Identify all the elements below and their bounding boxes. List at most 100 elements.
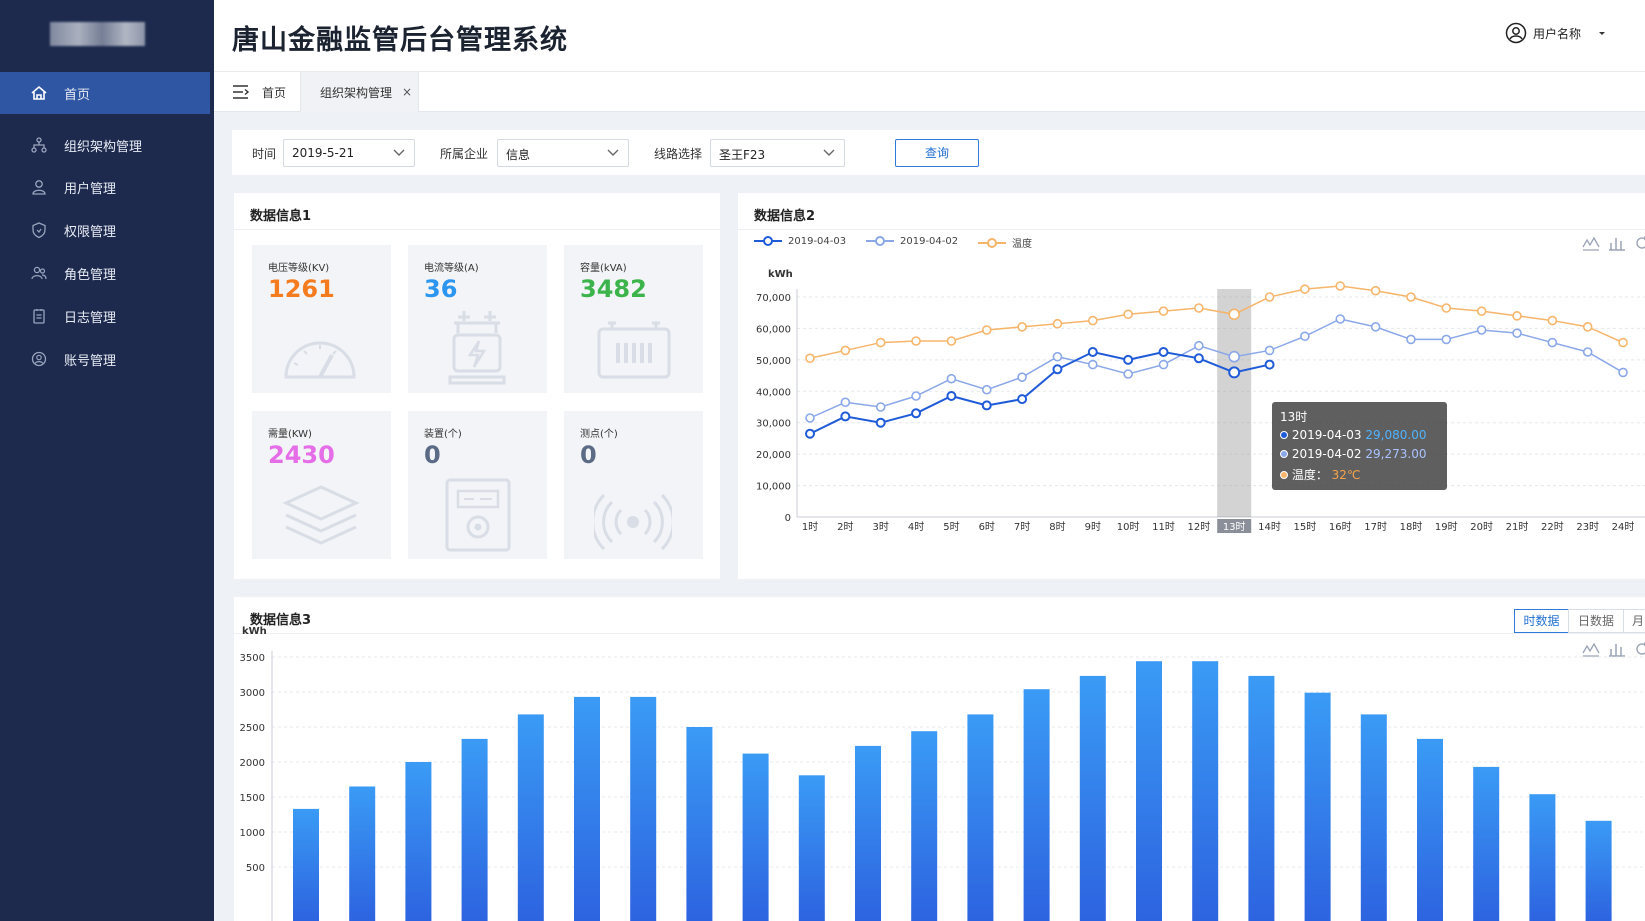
y-axis-label: kWh xyxy=(242,626,267,637)
x-tick-label: 7时 xyxy=(1014,521,1030,533)
time-select[interactable]: 2019-5-21 xyxy=(283,139,415,167)
hover-band xyxy=(1217,289,1252,517)
x-tick-label: 3时 xyxy=(873,521,889,533)
bar xyxy=(742,753,769,921)
sidebar-item-org[interactable]: 组织架构管理 xyxy=(0,124,214,166)
sidebar-item-roles[interactable]: 角色管理 xyxy=(0,252,214,294)
data-point xyxy=(1017,394,1028,405)
data-point xyxy=(875,402,886,412)
x-tick-label: 23时 xyxy=(1576,521,1599,533)
data-point xyxy=(1618,337,1628,348)
x-tick-label: 6时 xyxy=(979,521,995,533)
device-icon xyxy=(445,478,511,552)
x-tick-label: 2时 xyxy=(837,521,853,533)
shield-icon xyxy=(32,222,46,239)
tooltip-value: 29,273.00 xyxy=(1365,447,1427,461)
data-point xyxy=(1264,359,1275,370)
y-tick-label: 0 xyxy=(785,513,791,524)
x-tick-label: 16时 xyxy=(1329,521,1352,533)
page-title: 唐山金融监管后台管理系统 xyxy=(232,25,568,56)
menu-toggle-icon[interactable] xyxy=(232,85,250,99)
close-icon[interactable]: × xyxy=(402,85,412,99)
company-select[interactable]: 信息 xyxy=(497,139,629,167)
stat-value: 1261 xyxy=(268,275,335,303)
bar xyxy=(911,731,938,921)
data-point xyxy=(1547,315,1558,326)
tooltip-row: 温度： 32℃ xyxy=(1280,466,1360,483)
x-tick-label: 5时 xyxy=(943,521,959,533)
line-select[interactable]: 圣王F23 xyxy=(710,139,845,167)
stat-value: 0 xyxy=(424,441,441,469)
data-point xyxy=(1300,284,1310,294)
bar xyxy=(405,762,432,921)
data-point xyxy=(911,336,921,346)
data-point xyxy=(911,408,922,419)
x-tick-label: 8时 xyxy=(1049,521,1065,533)
tab-org[interactable]: 组织架构管理 × xyxy=(300,72,419,112)
tab-bar: 首页 组织架构管理 × xyxy=(214,72,1645,112)
stat-value: 36 xyxy=(424,275,458,303)
data-point xyxy=(981,400,992,411)
data-point xyxy=(1228,350,1241,363)
sidebar: 首页 组织架构管理 用户管理 权限管理 角色管理 日志管理 账号管理 xyxy=(0,0,214,921)
sidebar-item-permissions[interactable]: 权限管理 xyxy=(0,209,214,251)
bar xyxy=(855,745,881,921)
sidebar-item-label: 用户管理 xyxy=(64,182,117,197)
bar-chart: kWh 3500 3000 2500 2000 1500 1000 500 xyxy=(240,626,1645,921)
y-tick-label: 70,000 xyxy=(756,293,791,304)
data-point xyxy=(805,413,815,423)
data-point xyxy=(911,391,921,401)
header: 唐山金融监管后台管理系统 用户名称 xyxy=(214,0,1645,72)
time-label: 时间 xyxy=(252,147,277,161)
line-label: 线路选择 xyxy=(654,147,703,161)
x-tick-label: 18时 xyxy=(1400,521,1423,533)
data-point xyxy=(1582,322,1593,332)
sidebar-item-accounts[interactable]: 账号管理 xyxy=(0,338,214,380)
data-point xyxy=(840,411,851,422)
bar xyxy=(1023,689,1050,921)
sidebar-item-home[interactable]: 首页 xyxy=(0,72,210,114)
data-point xyxy=(805,353,815,364)
tooltip-value: 32℃ xyxy=(1331,468,1361,482)
bar xyxy=(574,696,600,921)
filter-bar: 时间 2019-5-21 所属企业 信息 线路选择 圣王F23 查询 xyxy=(232,130,1645,175)
bar xyxy=(1248,675,1275,921)
data-point xyxy=(1441,303,1452,313)
company-value: 信息 xyxy=(506,148,531,162)
series-line-1 xyxy=(809,318,1624,419)
user-menu[interactable]: 用户名称 xyxy=(1505,22,1607,44)
data-point xyxy=(1087,359,1098,370)
data-point xyxy=(1264,292,1275,302)
y-tick-label: 20,000 xyxy=(756,450,791,461)
stat-label: 需量(KW) xyxy=(268,429,312,440)
stat-card-current: 电流等级(A) 36 xyxy=(408,245,547,393)
sidebar-item-label: 角色管理 xyxy=(64,268,117,283)
data-point xyxy=(1017,322,1027,332)
org-chart-icon xyxy=(31,137,47,153)
x-tick-label: 14时 xyxy=(1258,521,1281,533)
query-button[interactable]: 查询 xyxy=(895,139,979,167)
y-tick-label: 40,000 xyxy=(756,387,791,398)
user-name: 用户名称 xyxy=(1532,26,1581,41)
x-tick-label: 9时 xyxy=(1085,521,1101,533)
sidebar-item-users[interactable]: 用户管理 xyxy=(0,166,214,208)
data-point xyxy=(1264,345,1275,356)
stat-label: 电流等级(A) xyxy=(424,263,479,274)
y-tick-label: 1000 xyxy=(240,828,265,839)
data-point xyxy=(1194,303,1204,313)
data-point xyxy=(1194,340,1204,351)
data-point xyxy=(1370,285,1381,296)
stat-card-demand: 需量(KW) 2430 xyxy=(252,411,391,559)
sidebar-item-logs[interactable]: 日志管理 xyxy=(0,295,214,337)
data-point xyxy=(1158,306,1169,316)
data-point xyxy=(1370,322,1381,332)
app-root: 首页 组织架构管理 用户管理 权限管理 角色管理 日志管理 账号管理 唐山金融监… xyxy=(0,0,1645,921)
data-point xyxy=(946,373,957,384)
data-point xyxy=(946,391,957,401)
transformer-icon xyxy=(448,311,506,385)
stat-label: 电压等级(KV) xyxy=(268,263,330,274)
x-tick-label: 20时 xyxy=(1470,521,1493,533)
stat-card-capacity: 容量(kVA) 3482 xyxy=(564,245,703,393)
bar xyxy=(461,738,488,921)
bar xyxy=(1585,820,1612,921)
